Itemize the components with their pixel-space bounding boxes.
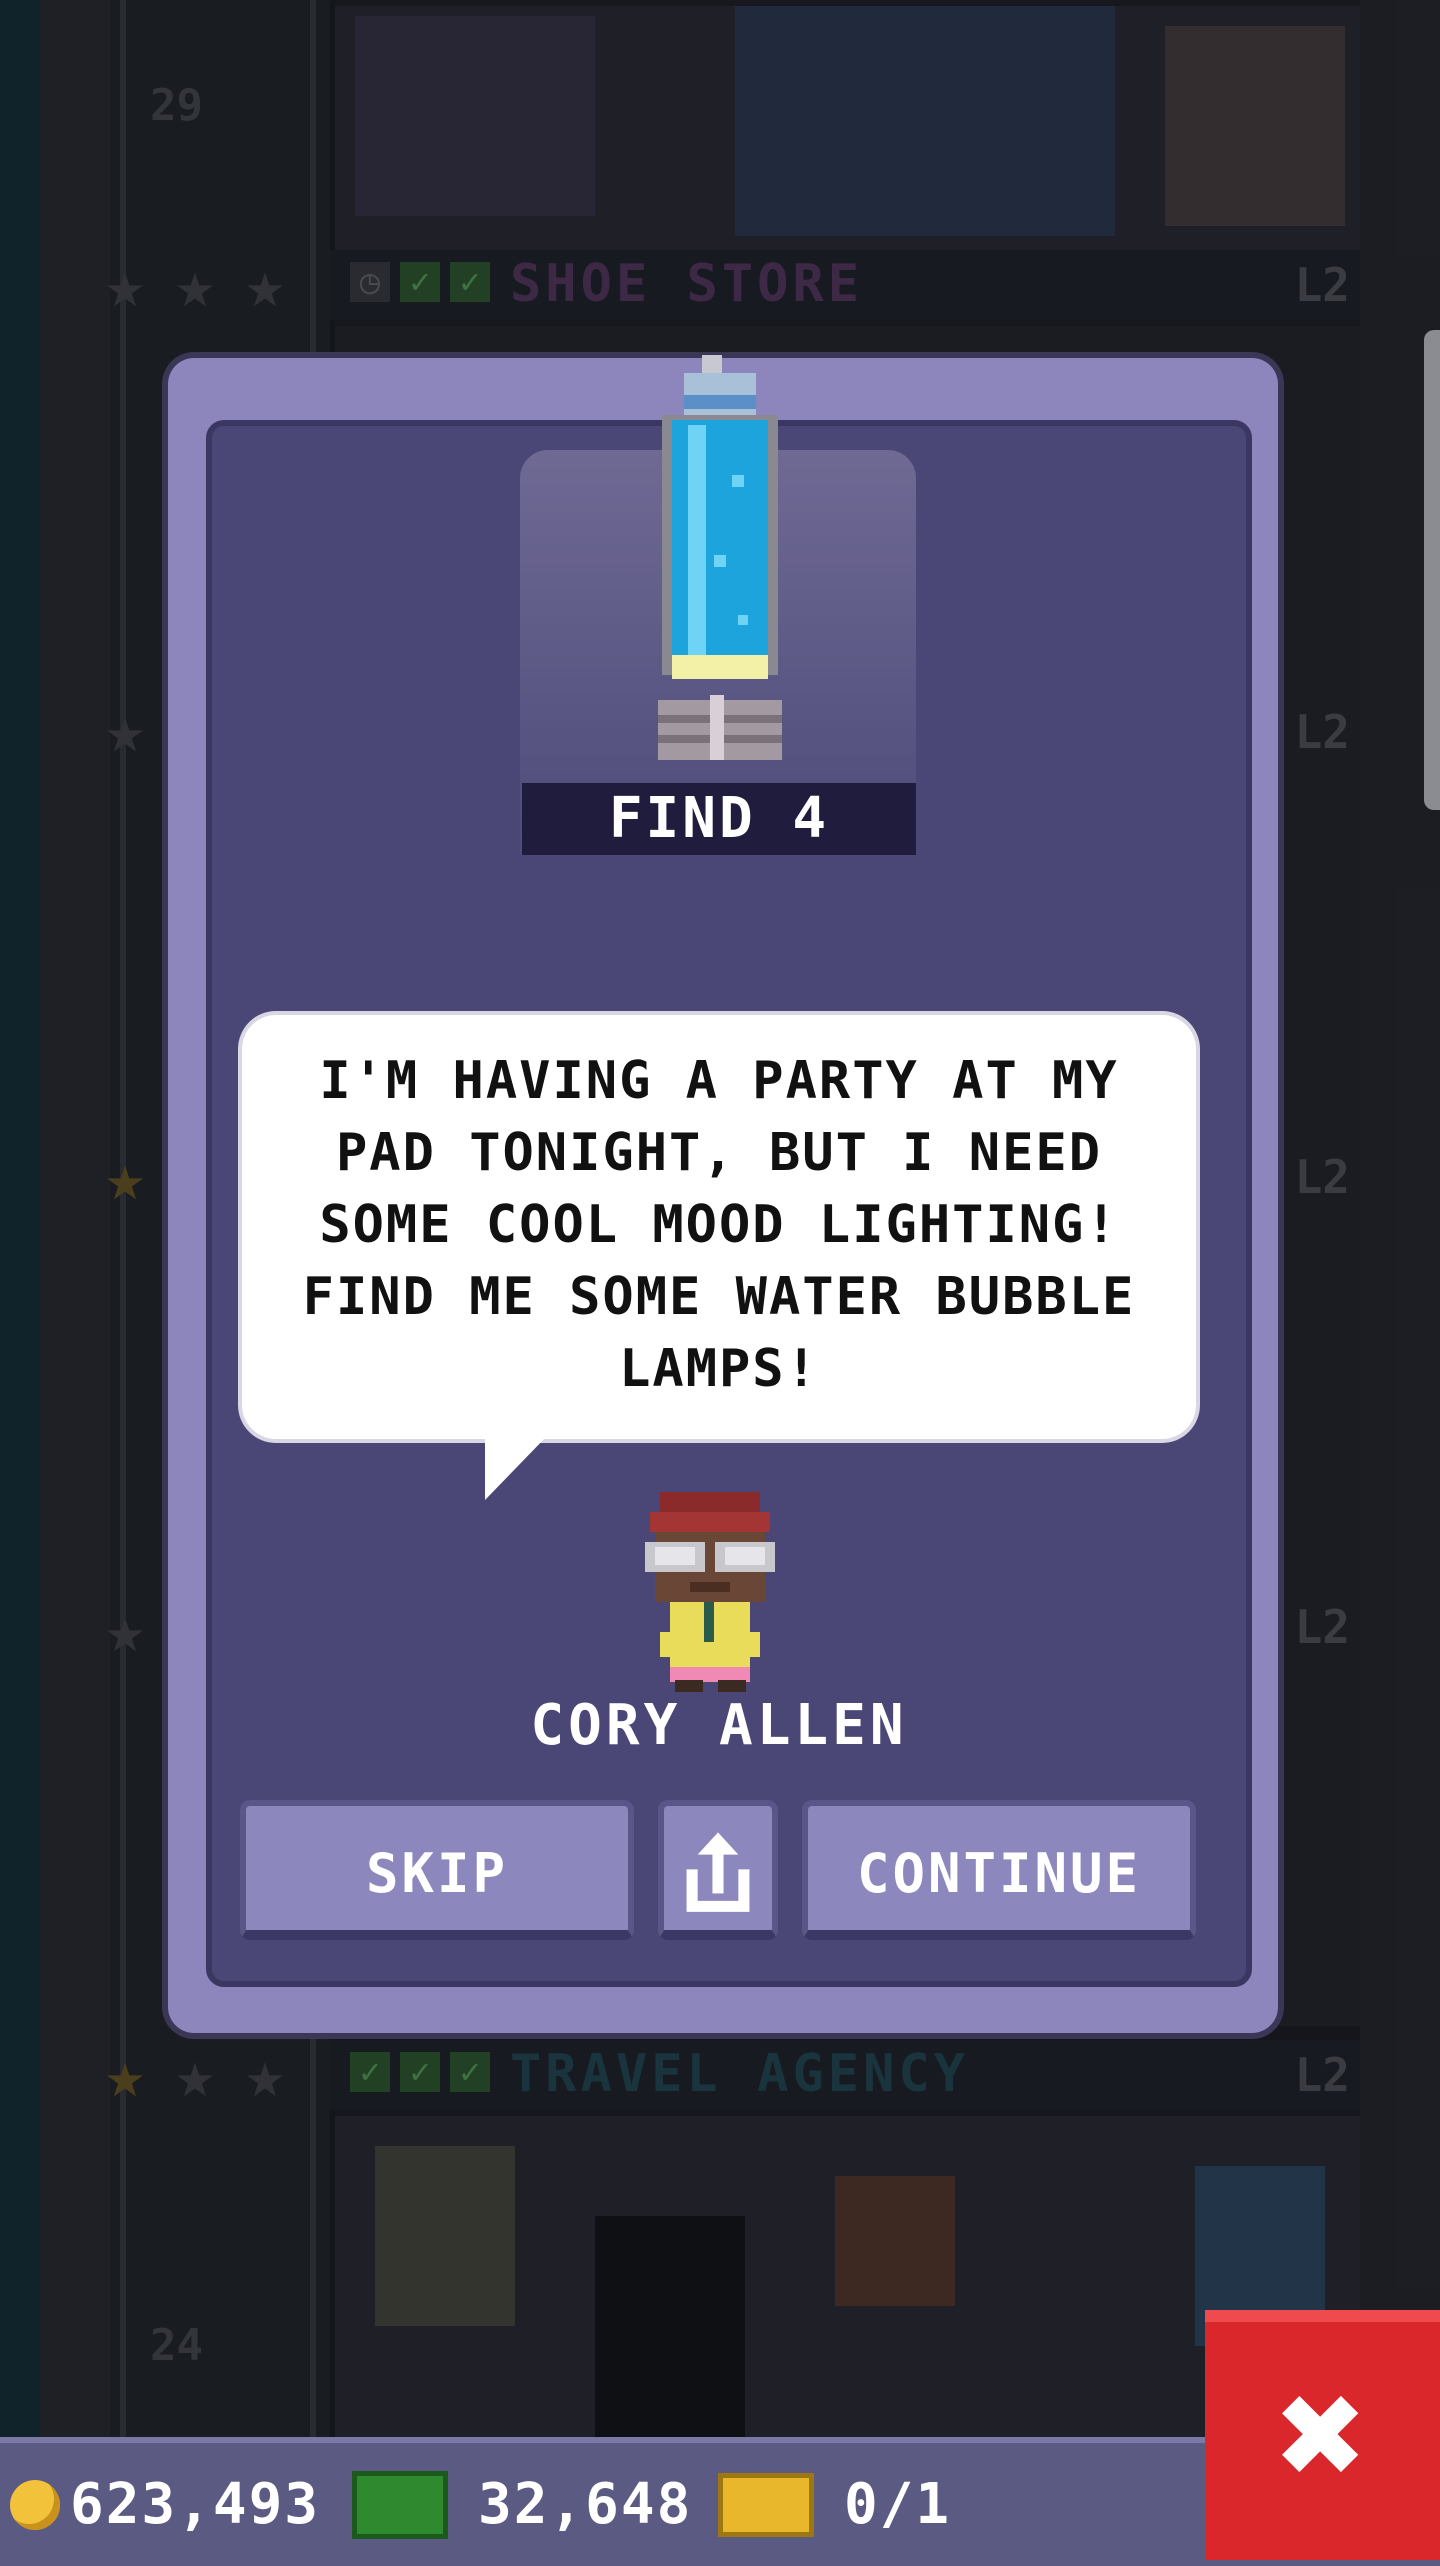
close-icon: ✖ [1277, 2348, 1368, 2522]
speech-bubble-tail [485, 1436, 547, 1500]
skip-button[interactable]: SKIP [240, 1800, 634, 1940]
speech-bubble: I'M HAVING A PARTY AT MY PAD TONIGHT, BU… [242, 1015, 1196, 1439]
bux-display[interactable]: 32,648 [352, 2443, 692, 2566]
continue-button[interactable]: CONTINUE [802, 1800, 1196, 1940]
character-name: CORY ALLEN [530, 1693, 908, 1758]
bubble-lamp-icon [658, 355, 782, 760]
character-avatar [645, 1492, 775, 1692]
tickets-value: 0/1 [844, 2472, 952, 2537]
share-icon [686, 1832, 750, 1912]
speech-text: I'M HAVING A PARTY AT MY PAD TONIGHT, BU… [302, 1051, 1136, 1399]
coins-value: 623,493 [70, 2472, 321, 2537]
tickets-display[interactable]: 0/1 [718, 2443, 951, 2566]
bux-icon [352, 2470, 448, 2539]
item-caption: FIND 4 [522, 783, 916, 855]
ticket-icon [718, 2472, 814, 2537]
share-button[interactable] [658, 1800, 778, 1940]
bux-value: 32,648 [478, 2472, 693, 2537]
close-button[interactable]: ✖ [1205, 2310, 1440, 2560]
coins-display[interactable]: 623,493 [10, 2443, 320, 2566]
coin-icon [10, 2479, 60, 2530]
